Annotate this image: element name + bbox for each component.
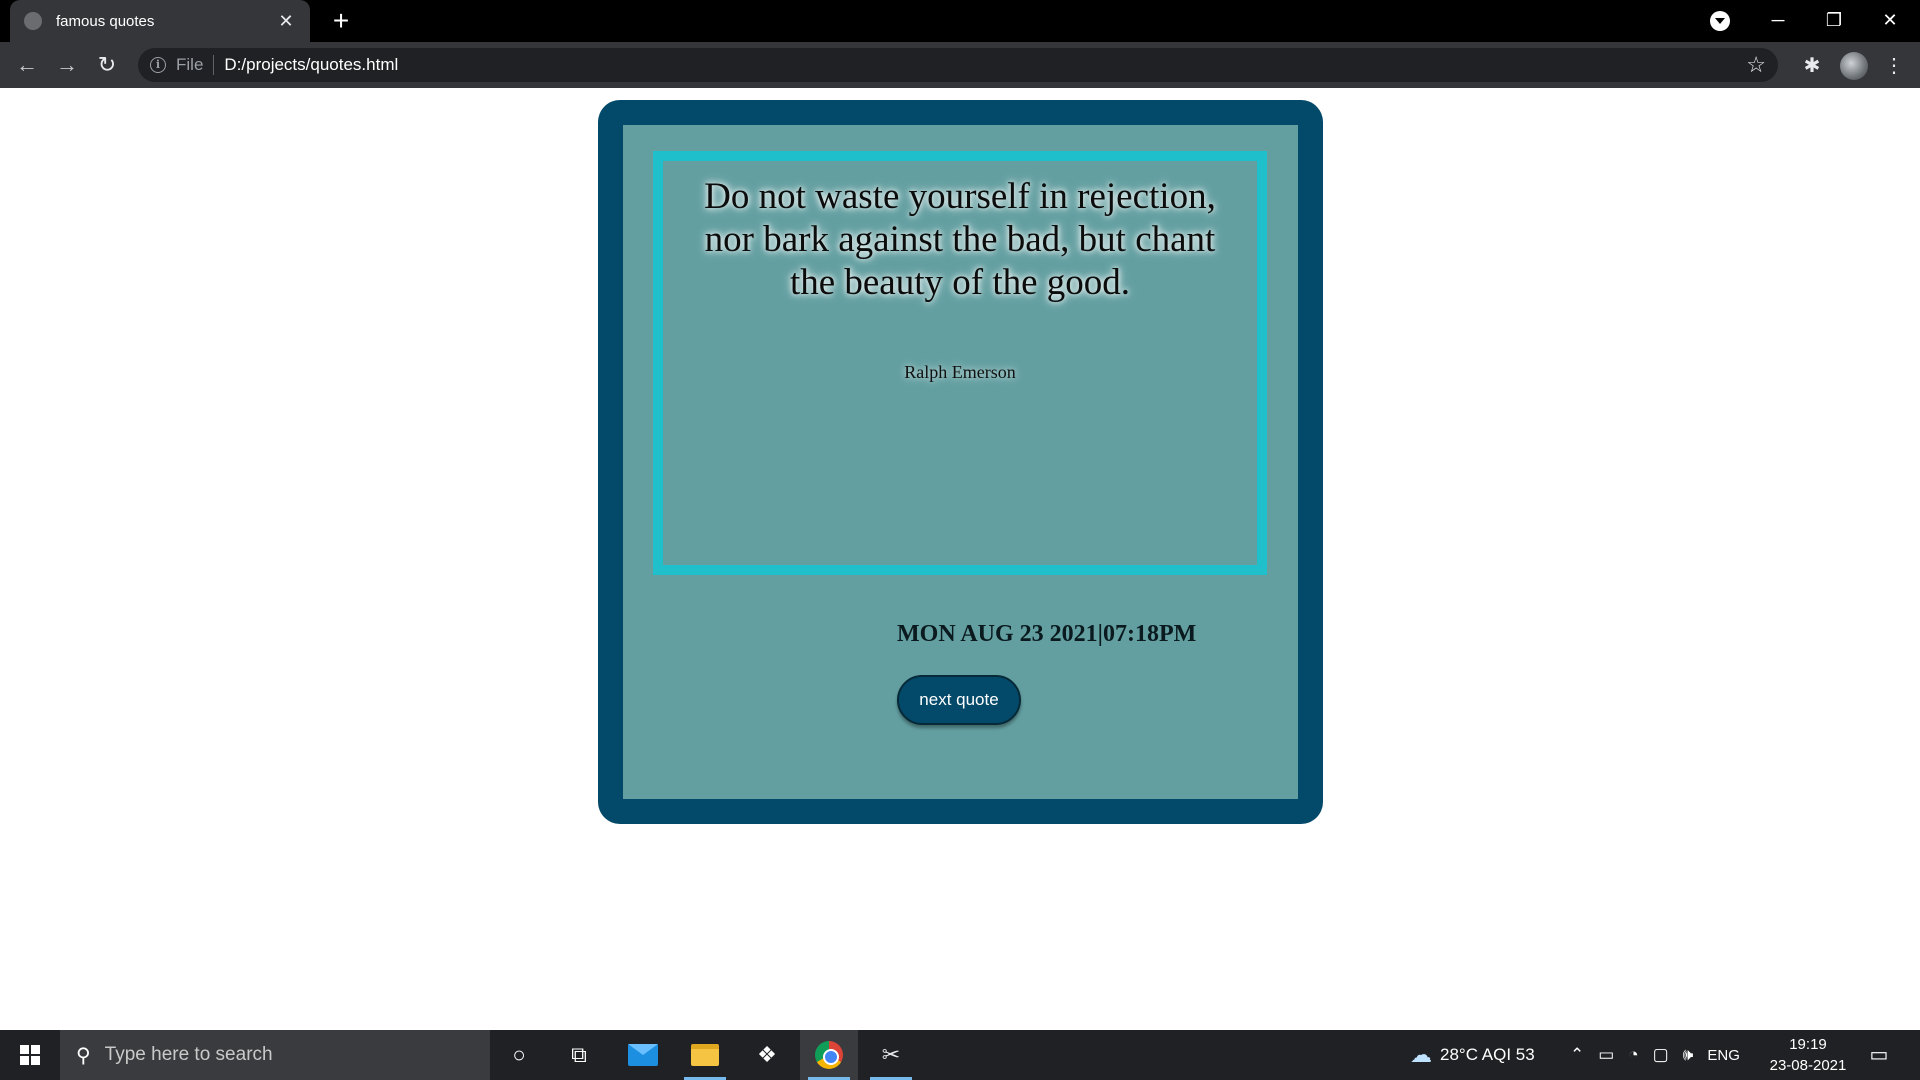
snipping-tool-app[interactable]: ✂: [862, 1030, 920, 1080]
clock-time: 19:19: [1789, 1036, 1827, 1053]
language-indicator[interactable]: ENG: [1707, 1047, 1740, 1064]
date-time-display: MON AUG 23 2021|07:18PM: [897, 621, 1197, 647]
new-tab-button[interactable]: +: [326, 6, 356, 36]
close-window-button[interactable]: ✕: [1862, 0, 1918, 42]
next-quote-button[interactable]: next quote: [897, 675, 1021, 725]
volume-icon[interactable]: 🕪: [1683, 1045, 1694, 1065]
start-button[interactable]: [0, 1030, 60, 1080]
minimize-button[interactable]: ─: [1750, 0, 1806, 42]
chrome-app[interactable]: [800, 1030, 858, 1080]
cloud-icon: ☁: [1410, 1042, 1432, 1067]
taskbar: ⚲ Type here to search ○ ⧉ ❖ ✂ ☁ 28°C AQI…: [0, 1030, 1920, 1080]
wifi-icon[interactable]: ◔: [1628, 1045, 1638, 1065]
mail-app[interactable]: [614, 1030, 672, 1080]
windows-logo-icon: [20, 1045, 40, 1065]
file-explorer-app[interactable]: [676, 1030, 734, 1080]
clock-date: 23-08-2021: [1769, 1057, 1847, 1074]
forward-arrow-icon[interactable]: →: [52, 50, 82, 80]
browser-toolbar: ← → ↻ i File D:/projects/quotes.html ☆ ✱…: [0, 42, 1920, 88]
search-placeholder: Type here to search: [104, 1044, 273, 1065]
task-view-icon[interactable]: ⧉: [550, 1030, 608, 1080]
notification-icon[interactable]: ▭: [1866, 1042, 1892, 1068]
browser-tab[interactable]: famous quotes ✕: [10, 0, 310, 42]
address-bar[interactable]: i File D:/projects/quotes.html ☆: [138, 48, 1778, 82]
mail-icon: [628, 1044, 658, 1066]
info-icon[interactable]: i: [150, 57, 166, 73]
quote-card-inner: Do not waste yourself in rejection, nor …: [623, 125, 1298, 799]
meet-now-icon[interactable]: ▢: [1653, 1045, 1669, 1065]
browser-titlebar: famous quotes ✕ + ─ ❐ ✕: [0, 0, 1920, 42]
quote-box: Do not waste yourself in rejection, nor …: [653, 151, 1267, 575]
restore-button[interactable]: ❐: [1806, 0, 1862, 42]
extensions-puzzle-icon[interactable]: ✱: [1800, 54, 1824, 78]
page-viewport: Do not waste yourself in rejection, nor …: [0, 88, 1920, 1030]
avatar[interactable]: [1840, 52, 1868, 80]
back-arrow-icon[interactable]: ←: [12, 50, 42, 80]
quote-text: Do not waste yourself in rejection, nor …: [704, 176, 1216, 303]
url-scheme: File: [176, 55, 215, 75]
system-tray: ⌃ ▭ ◔ ▢ 🕪 ENG: [1570, 1030, 1740, 1080]
taskbar-clock[interactable]: 19:19 23-08-2021: [1766, 1034, 1850, 1076]
folder-icon: [691, 1044, 719, 1066]
url-text[interactable]: D:/projects/quotes.html: [224, 55, 398, 75]
weather-text: 28°C AQI 53: [1440, 1045, 1535, 1064]
bookmark-star-icon[interactable]: ☆: [1746, 52, 1766, 78]
weather-widget[interactable]: ☁ 28°C AQI 53: [1410, 1030, 1535, 1080]
tab-search-icon[interactable]: [1710, 11, 1730, 31]
reload-icon[interactable]: ↻: [92, 50, 122, 80]
quote-card-outer: Do not waste yourself in rejection, nor …: [598, 100, 1323, 824]
globe-icon: [24, 12, 42, 30]
search-icon: ⚲: [76, 1044, 91, 1067]
tab-close-icon[interactable]: ✕: [276, 11, 296, 32]
quote-author: Ralph Emerson: [904, 362, 1016, 382]
chrome-icon: [815, 1041, 843, 1069]
dropbox-app[interactable]: ❖: [738, 1030, 796, 1080]
taskbar-search[interactable]: ⚲ Type here to search: [60, 1030, 490, 1080]
snipping-tool-icon: ✂: [881, 1042, 901, 1067]
chevron-up-icon[interactable]: ⌃: [1570, 1045, 1584, 1065]
dropbox-icon: ❖: [757, 1042, 777, 1067]
tab-title: famous quotes: [56, 12, 155, 30]
menu-kebab-icon[interactable]: ⋮: [1882, 54, 1906, 78]
cortana-icon[interactable]: ○: [490, 1030, 548, 1080]
battery-icon[interactable]: ▭: [1598, 1045, 1614, 1065]
